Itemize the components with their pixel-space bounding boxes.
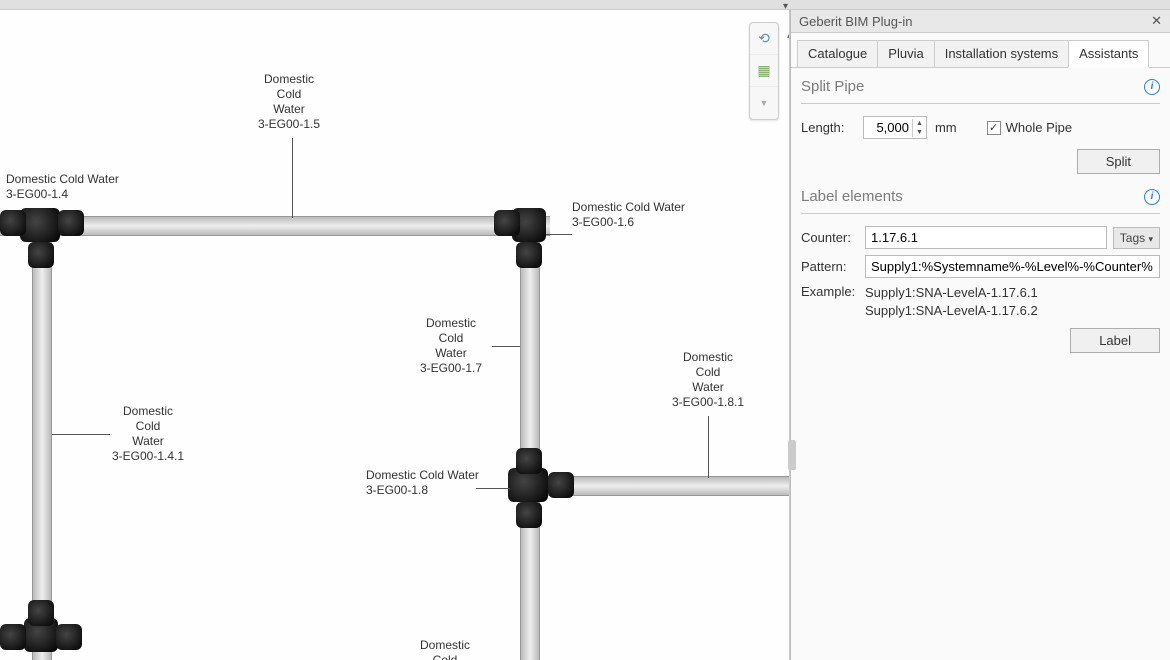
- section-label-elements-title: Label elements i: [801, 188, 1160, 205]
- pattern-label: Pattern:: [801, 259, 859, 274]
- tags-dropdown-button[interactable]: Tags ▾: [1113, 227, 1160, 249]
- pipe-fitting[interactable]: [516, 502, 542, 528]
- divider: [801, 213, 1160, 214]
- leader-line: [292, 138, 293, 218]
- pattern-input[interactable]: [865, 255, 1160, 278]
- plugin-panel: Geberit BIM Plug-in ✕ Catalogue Pluvia I…: [790, 10, 1170, 660]
- example-label: Example:: [801, 284, 859, 320]
- tab-pluvia[interactable]: Pluvia: [877, 40, 934, 68]
- view-toolbox: ⟲ ▦ ▼: [749, 22, 779, 120]
- pipe-label: Domestic Cold Water 3-EG00-1.7: [420, 316, 482, 376]
- whole-pipe-label: Whole Pipe: [1006, 120, 1072, 135]
- tab-bar: Catalogue Pluvia Installation systems As…: [791, 33, 1170, 67]
- pipe-fitting[interactable]: [494, 210, 520, 236]
- viewport-3d[interactable]: Domestic Cold Water 3-EG00-1.4 Domestic …: [0, 10, 790, 660]
- navigate-icon[interactable]: ⟲: [750, 23, 778, 55]
- zoom-fit-icon[interactable]: ▦: [750, 55, 778, 87]
- workspace: Domestic Cold Water 3-EG00-1.4 Domestic …: [0, 10, 1170, 660]
- example-value-1: Supply1:SNA-LevelA-1.17.6.1: [865, 284, 1038, 302]
- pipe-label: Domestic Cold Water 3-EG00-1.5: [258, 72, 320, 132]
- leader-line: [708, 416, 709, 478]
- length-label: Length:: [801, 120, 855, 135]
- scrollbar-handle[interactable]: [788, 440, 796, 470]
- close-icon[interactable]: ✕: [1151, 13, 1162, 29]
- divider: [801, 103, 1160, 104]
- pipe-label: Domestic Cold Water 3-EG00-1.4: [6, 172, 119, 202]
- length-input[interactable]: [864, 117, 912, 138]
- chevron-down-icon: ▾: [1148, 234, 1153, 244]
- panel-body: Split Pipe i Length: ▲ ▼ mm ✓ Whole Pipe: [791, 67, 1170, 660]
- pipe-segment[interactable]: [32, 228, 52, 660]
- pipe-fitting-tee[interactable]: [20, 208, 60, 242]
- info-icon[interactable]: i: [1144, 79, 1160, 95]
- panel-title: Geberit BIM Plug-in: [799, 14, 912, 29]
- pipe-fitting[interactable]: [516, 242, 542, 268]
- leader-line: [476, 488, 510, 489]
- pipe-label: Domestic Cold Water 3-EG00-1.8: [366, 468, 479, 498]
- length-unit: mm: [935, 120, 957, 135]
- label-button[interactable]: Label: [1070, 328, 1160, 353]
- title-bar-strip: ▾: [0, 0, 1170, 10]
- pipe-fitting[interactable]: [28, 600, 54, 626]
- pipe-fitting[interactable]: [0, 210, 26, 236]
- spinner-up-icon[interactable]: ▲: [913, 119, 926, 128]
- chevron-down-icon[interactable]: ▼: [750, 87, 778, 119]
- whole-pipe-checkbox-row[interactable]: ✓ Whole Pipe: [987, 120, 1072, 135]
- info-icon[interactable]: i: [1144, 189, 1160, 205]
- pipe-fitting[interactable]: [0, 624, 26, 650]
- length-spinner[interactable]: ▲ ▼: [863, 116, 927, 139]
- pipe-label: Domestic Cold: [420, 638, 470, 660]
- split-button[interactable]: Split: [1077, 149, 1160, 174]
- pipe-label: Domestic Cold Water 3-EG00-1.4.1: [112, 404, 184, 464]
- leader-line: [492, 346, 520, 347]
- example-block: Example: Supply1:SNA-LevelA-1.17.6.1 Sup…: [801, 284, 1160, 320]
- scroll-up-icon[interactable]: ▴: [787, 30, 790, 41]
- section-split-pipe-title: Split Pipe i: [801, 78, 1160, 95]
- pipe-segment[interactable]: [540, 476, 790, 496]
- tab-assistants[interactable]: Assistants: [1068, 40, 1149, 68]
- pipe-segment[interactable]: [520, 228, 540, 660]
- pipe-label: Domestic Cold Water 3-EG00-1.6: [572, 200, 685, 230]
- spinner-down-icon[interactable]: ▼: [913, 128, 926, 137]
- pipe-fitting[interactable]: [28, 242, 54, 268]
- leader-line: [546, 234, 572, 235]
- example-value-2: Supply1:SNA-LevelA-1.17.6.2: [865, 302, 1038, 320]
- pipe-fitting[interactable]: [548, 472, 574, 498]
- panel-header: Geberit BIM Plug-in ✕: [791, 10, 1170, 33]
- leader-line: [52, 434, 110, 435]
- tab-catalogue[interactable]: Catalogue: [797, 40, 878, 68]
- pipe-label: Domestic Cold Water 3-EG00-1.8.1: [672, 350, 744, 410]
- whole-pipe-checkbox[interactable]: ✓: [987, 121, 1001, 135]
- pipe-fitting[interactable]: [58, 210, 84, 236]
- tab-installation-systems[interactable]: Installation systems: [934, 40, 1069, 68]
- pipe-fitting[interactable]: [56, 624, 82, 650]
- pipe-fitting[interactable]: [516, 448, 542, 474]
- counter-input[interactable]: [865, 226, 1107, 249]
- counter-label: Counter:: [801, 230, 859, 245]
